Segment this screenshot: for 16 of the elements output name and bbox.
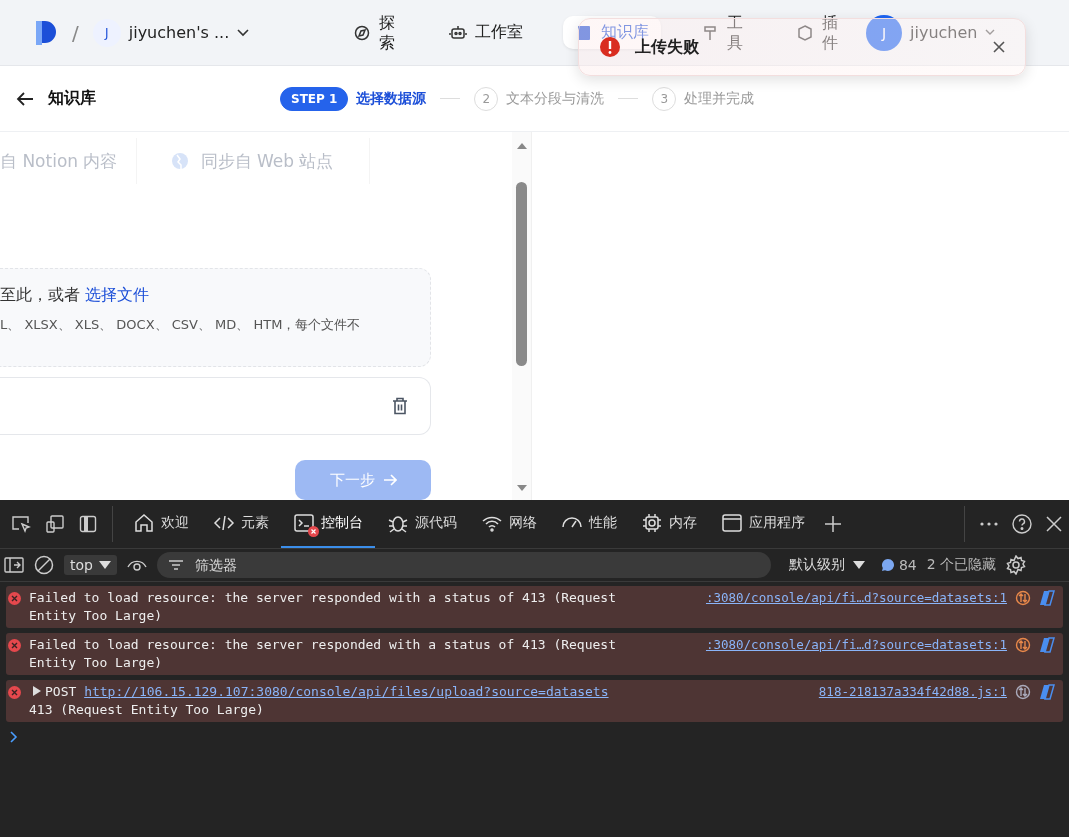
page-title: 知识库 — [48, 88, 96, 109]
step-label: 处理并完成 — [684, 89, 755, 108]
file-type-hint: L、 XLSX、 XLS、 DOCX、 CSV、 MD、 HTM，每个文件不 — [0, 316, 362, 335]
step-label: 选择数据源 — [356, 89, 427, 108]
message-text: Failed to load resource: the server responded with a status of 413 (Request Entity Too Large) — [29, 589, 617, 625]
workspace-avatar: J — [92, 18, 121, 47]
workspace-name: jiyuchen's ... — [128, 23, 230, 42]
breadcrumb-separator: / — [72, 20, 79, 45]
user-avatar: J — [866, 14, 903, 51]
message-text: Failed to load resource: the server responded with a status of 413 (Request Entity Too Large) — [29, 636, 617, 672]
message-text: POST http://106.15.129.107:3080/console/api/files/upload?source=datasets 413 (Request Entity Too Large) — [29, 683, 610, 719]
step-number: STEP 1 — [280, 86, 349, 111]
step-label: 文本分段与清洗 — [506, 89, 605, 108]
user-name: jiyuchen — [910, 23, 978, 42]
hidden-count: 2 个已隐藏 — [926, 556, 997, 574]
drop-prompt: 至此，或者 选择文件 — [0, 285, 151, 307]
